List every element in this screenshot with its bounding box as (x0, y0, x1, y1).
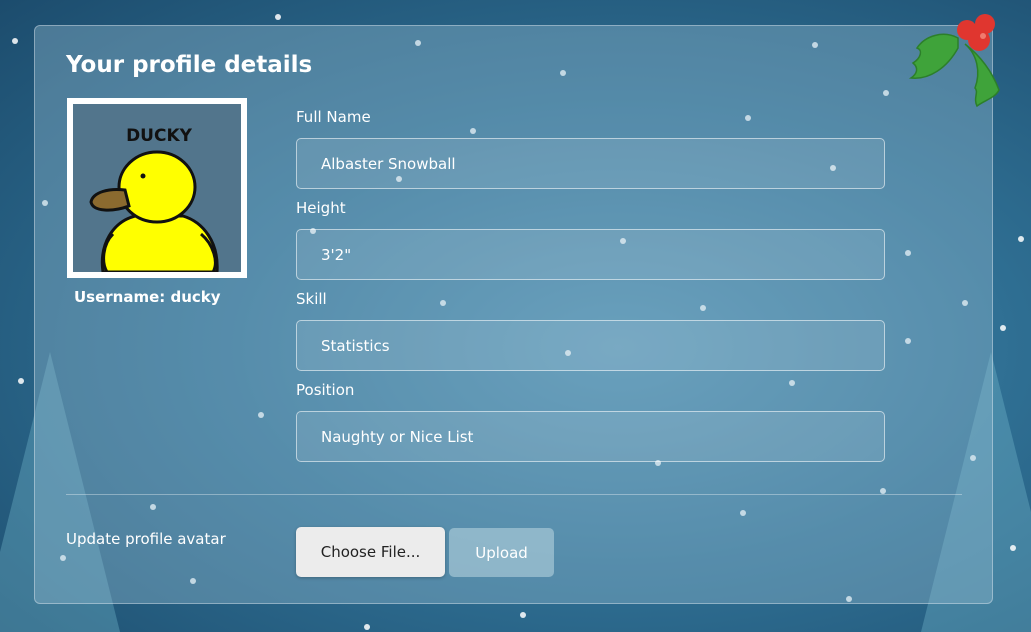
full-name-input[interactable] (296, 138, 885, 189)
skill-label: Skill (296, 290, 327, 308)
username-label: Username: ducky (74, 288, 221, 306)
snowflake (1010, 545, 1016, 551)
update-avatar-label: Update profile avatar (66, 530, 226, 548)
position-label: Position (296, 381, 355, 399)
snowflake (364, 624, 370, 630)
profile-card: Your profile details DUCKY Username: duc… (34, 25, 993, 604)
position-input[interactable] (296, 411, 885, 462)
avatar: DUCKY (67, 98, 247, 278)
snowflake (1018, 236, 1024, 242)
duck-avatar-image: DUCKY (73, 104, 241, 272)
snowflake (18, 378, 24, 384)
upload-button[interactable]: Upload (449, 528, 554, 577)
snowflake (520, 612, 526, 618)
section-divider (66, 494, 962, 495)
full-name-label: Full Name (296, 108, 371, 126)
height-input[interactable] (296, 229, 885, 280)
height-label: Height (296, 199, 346, 217)
holly-icon (908, 14, 1000, 108)
page-title: Your profile details (66, 52, 313, 78)
skill-input[interactable] (296, 320, 885, 371)
avatar-text: DUCKY (126, 126, 193, 146)
choose-file-button[interactable]: Choose File... (296, 527, 445, 577)
snowflake (12, 38, 18, 44)
snowflake (275, 14, 281, 20)
snowflake (1000, 325, 1006, 331)
